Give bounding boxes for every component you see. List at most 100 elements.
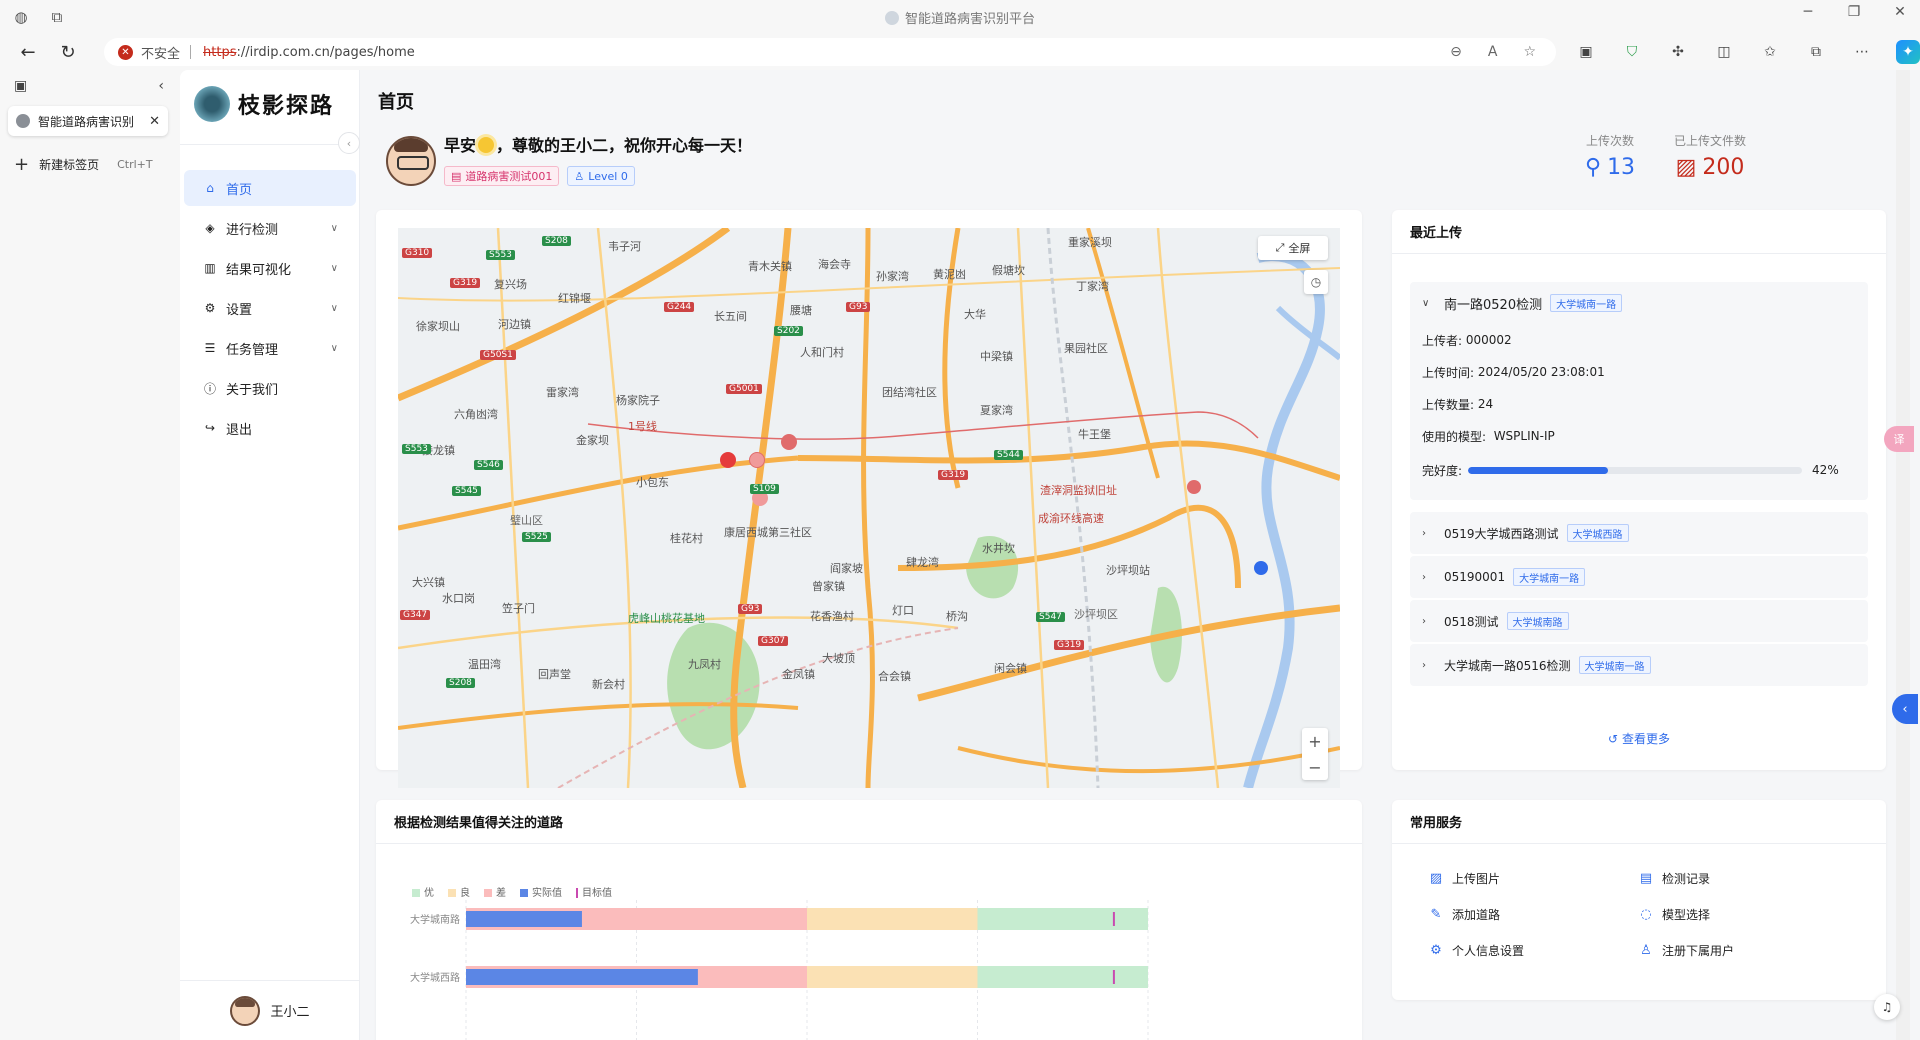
recent-uploads-card: 最近上传 ∨ 南一路0520检测 大学城南一路 上传者: 000002 上传时间… xyxy=(1392,210,1886,770)
sidebar-item[interactable]: ⌂ 首页 xyxy=(184,170,356,206)
map-place-label: 红锦堰 xyxy=(558,292,591,305)
sidebar-user[interactable]: 王小二 xyxy=(180,980,360,1040)
service-item[interactable]: ◌ 模型选择 xyxy=(1638,906,1848,922)
upload-item-header[interactable]: ∨ 南一路0520检测 大学城南一路 xyxy=(1422,282,1856,324)
sidebar-item[interactable]: ⓘ 关于我们 xyxy=(184,370,356,406)
legend-swatch xyxy=(484,889,492,897)
legend-item[interactable]: 差 xyxy=(484,884,506,899)
service-label: 个人信息设置 xyxy=(1452,943,1525,958)
roads-chart-card: 根据检测结果值得关注的道路 优 良 差 实际值 目标值 大学城南路 大学城西路 xyxy=(376,800,1362,1040)
range-bar-good[interactable] xyxy=(977,908,1149,930)
notification-bell-icon[interactable]: ♫ xyxy=(1874,994,1900,1020)
fullscreen-button[interactable]: ⤢ 全屏 xyxy=(1258,236,1328,260)
minimize-button[interactable]: ─ xyxy=(1800,4,1816,20)
stat-label: 已上传文件数 xyxy=(1673,134,1746,148)
poi-marker[interactable] xyxy=(1187,480,1201,494)
upload-item[interactable]: › 05190001 大学城南一路 xyxy=(1410,556,1868,598)
uploader-value: 000002 xyxy=(1465,333,1512,347)
tab-active[interactable]: 智能道路病害识别 ✕ xyxy=(8,106,168,136)
collapse-tabs-icon[interactable]: ‹ xyxy=(158,78,164,94)
map-place-label: 雷家湾 xyxy=(546,386,579,399)
service-label: 模型选择 xyxy=(1662,907,1711,922)
service-item[interactable]: ♙ 注册下属用户 xyxy=(1638,942,1848,958)
map-place-label: 璧山区 xyxy=(510,514,543,527)
detection-marker[interactable] xyxy=(749,452,765,468)
actual-bar[interactable] xyxy=(466,969,698,985)
chart-legend: 优 良 差 实际值 目标值 xyxy=(412,884,612,899)
service-item[interactable]: ▨ 上传图片 xyxy=(1428,870,1638,886)
sidebar-item[interactable]: ◈ 进行检测 ∨ xyxy=(184,210,356,246)
sidebar-item[interactable]: ☰ 任务管理 ∨ xyxy=(184,330,356,366)
sidebar-item[interactable]: ↪ 退出 xyxy=(184,410,356,446)
back-button[interactable]: ← xyxy=(16,40,40,64)
service-item[interactable]: ✎ 添加道路 xyxy=(1428,906,1638,922)
highway-badge: S546 xyxy=(474,460,503,470)
highway-badge: G5001 xyxy=(726,384,762,394)
tab-close-icon[interactable]: ✕ xyxy=(149,114,160,129)
legend-item[interactable]: 优 xyxy=(412,884,434,899)
highway-badge: S208 xyxy=(446,678,475,688)
more-menu-icon[interactable]: ⋯ xyxy=(1850,40,1874,64)
app-logo[interactable]: 枝影探路 xyxy=(194,82,334,126)
range-bar-fair[interactable] xyxy=(807,908,978,930)
stat-uploads: 上传次数 ⚲ 13 xyxy=(1570,132,1650,180)
range-bar-fair[interactable] xyxy=(807,966,978,988)
highway-badge: S553 xyxy=(402,444,431,454)
map-place-label: 水井坎 xyxy=(982,542,1015,555)
close-window-button[interactable]: ✕ xyxy=(1892,4,1908,20)
actual-bar[interactable] xyxy=(466,911,582,927)
zoom-icon[interactable]: ⊖ xyxy=(1450,44,1462,60)
tab-actions-icon[interactable]: ▣ xyxy=(14,78,27,94)
shield-extension-icon[interactable]: ⛉ xyxy=(1620,40,1644,64)
sidebar-item-label: 结果可视化 xyxy=(226,262,292,278)
extension-icon[interactable]: ▣ xyxy=(1574,40,1598,64)
zoom-control: + − xyxy=(1302,728,1328,780)
expand-panel-icon[interactable]: ‹ xyxy=(1892,694,1918,724)
map-canvas[interactable]: 韦子河 青木关镇 海会寺 复兴场 红锦堰 长五间 腰塘 孙家湾 黄泥凼 假塘坎 丁家湾 徐家坝山 河边镇… xyxy=(398,228,1340,788)
sidebar-item-label: 设置 xyxy=(226,302,253,318)
security-label[interactable]: 不安全 xyxy=(141,43,180,62)
collections-icon[interactable]: ⧉ xyxy=(1804,40,1828,64)
split-screen-icon[interactable]: ◫ xyxy=(1712,40,1736,64)
refresh-button[interactable]: ↻ xyxy=(56,40,80,64)
road-tag: 大学城西路 xyxy=(1566,524,1629,542)
site-favicon xyxy=(884,11,899,25)
range-bar-good[interactable] xyxy=(977,966,1149,988)
compass-icon[interactable]: ◷ xyxy=(1304,270,1328,294)
insecure-icon[interactable]: ✕ xyxy=(118,44,133,60)
favorite-star-icon[interactable]: ☆ xyxy=(1523,44,1536,60)
legend-item[interactable]: 良 xyxy=(448,884,470,899)
new-tab-shortcut: Ctrl+T xyxy=(117,158,153,171)
upload-item[interactable]: › 0518测试 大学城南路 xyxy=(1410,600,1868,642)
legend-item[interactable]: 实际值 xyxy=(520,884,562,899)
sidebar-item[interactable]: ▥ 结果可视化 ∨ xyxy=(184,250,356,286)
read-aloud-icon[interactable]: A xyxy=(1488,44,1498,60)
upload-item[interactable]: › 大学城南一路0516检测 大学城南一路 xyxy=(1410,644,1868,686)
see-more-link[interactable]: ↺ 查看更多 xyxy=(1392,730,1886,747)
url-text: ://irdip.com.cn/pages/home xyxy=(236,44,415,60)
new-tab-button[interactable]: + 新建标签页 Ctrl+T xyxy=(14,154,153,175)
translate-float-icon[interactable]: 译 xyxy=(1884,426,1914,452)
card-title: 最近上传 xyxy=(1392,210,1886,254)
zoom-in-button[interactable]: + xyxy=(1308,732,1321,751)
sidebar-item[interactable]: ⚙ 设置 ∨ xyxy=(184,290,356,326)
service-item[interactable]: ⚙ 个人信息设置 xyxy=(1428,942,1638,958)
copilot-icon[interactable]: ✦ xyxy=(1896,40,1920,64)
service-item[interactable]: ▤ 检测记录 xyxy=(1638,870,1848,886)
station-marker[interactable] xyxy=(1254,561,1268,575)
restore-button[interactable]: ❐ xyxy=(1846,4,1862,20)
extensions-puzzle-icon[interactable]: ✣ xyxy=(1666,40,1690,64)
user-name: 王小二 xyxy=(270,1005,310,1020)
favorites-icon[interactable]: ✩ xyxy=(1758,40,1782,64)
page-scrollbar[interactable] xyxy=(1896,70,1910,1040)
upload-item[interactable]: › 0519大学城西路测试 大学城西路 xyxy=(1410,512,1868,554)
sidebar-collapse-button[interactable]: ‹ xyxy=(338,132,360,154)
tab-title: 智能道路病害识别 xyxy=(38,114,135,129)
detection-marker[interactable] xyxy=(720,452,736,468)
legend-item[interactable]: 目标值 xyxy=(576,884,612,899)
loading-icon: ◌ xyxy=(1640,906,1652,922)
detection-marker[interactable] xyxy=(781,434,797,450)
url-bar[interactable]: ✕ 不安全 https ://irdip.com.cn/pages/home ⊖… xyxy=(104,38,1556,66)
url-separator xyxy=(190,45,192,59)
zoom-out-button[interactable]: − xyxy=(1308,758,1321,777)
